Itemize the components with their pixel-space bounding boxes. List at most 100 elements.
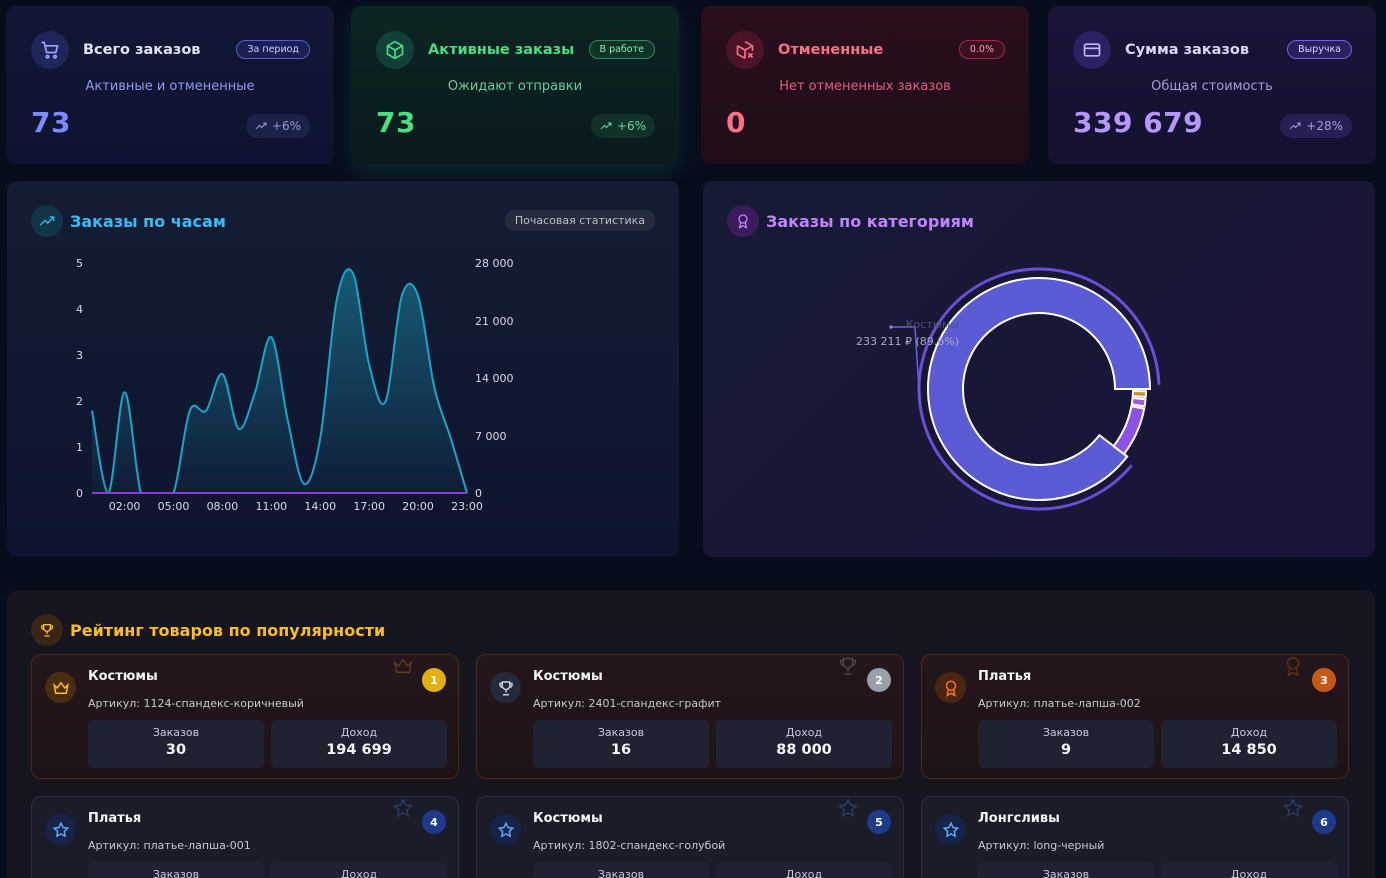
pie-slice-2[interactable] xyxy=(1131,389,1147,399)
product-sku: Артикул: long-черный xyxy=(978,839,1105,852)
revenue-value: 14 850 xyxy=(1221,742,1277,758)
orders-label: Заказов xyxy=(152,868,200,878)
product-sku: Артикул: 1802-спандекс-голубой xyxy=(533,839,726,852)
orders-box: Заказов 9 xyxy=(978,720,1154,768)
star-icon xyxy=(392,797,414,823)
cart-icon xyxy=(31,31,69,69)
trend-badge: +6% xyxy=(590,114,655,138)
orders-label: Заказов xyxy=(597,868,645,878)
star-icon xyxy=(45,814,76,845)
panel-title: Рейтинг товаров по популярности xyxy=(70,621,386,640)
revenue-box: Доход xyxy=(1161,862,1337,878)
product-name: Костюмы xyxy=(88,669,158,684)
trophy-icon xyxy=(490,672,521,703)
orders-box: Заказов xyxy=(88,862,264,878)
trophy-icon xyxy=(837,655,859,681)
stat-title: Всего заказов xyxy=(83,42,201,58)
orders-label: Заказов xyxy=(152,726,200,739)
rank-badge: 6 xyxy=(1312,810,1336,834)
revenue-label: Доход xyxy=(1230,726,1268,739)
stat-subtitle: Общая стоимость xyxy=(1151,79,1273,94)
product-sku: Артикул: 1124-спандекс-коричневый xyxy=(88,697,304,710)
crown-icon xyxy=(45,672,76,703)
stat-value: 73 xyxy=(376,106,416,139)
trend-badge: +6% xyxy=(245,114,310,138)
rank-badge: 5 xyxy=(867,810,891,834)
stat-card-cancelled-orders: Отмененные 0.0% Нет отмененных заказов 0 xyxy=(701,6,1029,164)
stat-card-orders-sum: Сумма заказов Выручка Общая стоимость 33… xyxy=(1048,6,1376,164)
revenue-value: 88 000 xyxy=(776,742,832,758)
trend-up-icon xyxy=(1289,122,1301,130)
orders-label: Заказов xyxy=(1042,868,1090,878)
pie-slice-main[interactable] xyxy=(927,277,1152,501)
trend-up-icon xyxy=(600,122,612,130)
revenue-label: Доход xyxy=(785,726,823,739)
stat-badge: В работе xyxy=(588,40,655,59)
stat-title: Активные заказы xyxy=(428,42,575,58)
product-sku: Артикул: платье-лапша-002 xyxy=(978,697,1141,710)
orders-by-category-panel: Заказы по категориям Костюмы 233 211 ₽ (… xyxy=(703,181,1375,557)
product-name: Лонгсливы xyxy=(978,811,1060,826)
trend-value: +6% xyxy=(616,119,646,133)
rank-badge: 3 xyxy=(1312,668,1336,692)
product-rating-panel: Рейтинг товаров по популярности Костюмы А… xyxy=(7,590,1375,878)
star-icon xyxy=(1282,797,1304,823)
orders-value: 30 xyxy=(165,742,187,758)
rating-card[interactable]: Костюмы Артикул: 1124-спандекс-коричневый… xyxy=(31,654,459,779)
orders-by-hour-panel: Заказы по часам Почасовая статистика 543… xyxy=(7,181,679,557)
orders-box: Заказов 16 xyxy=(533,720,709,768)
pie-slice-4[interactable] xyxy=(1112,405,1146,456)
orders-box: Заказов xyxy=(533,862,709,878)
revenue-label: Доход xyxy=(340,726,378,739)
stat-card-total-orders: Всего заказов За период Активные и отмен… xyxy=(6,6,334,164)
rating-card[interactable]: Костюмы Артикул: 2401-спандекс-графит 2 Зак… xyxy=(476,654,904,779)
pie-slice-3[interactable] xyxy=(1130,396,1147,408)
rating-card[interactable]: Лонгсливы Артикул: long-черный 6 Заказов Дох… xyxy=(921,796,1349,878)
trend-value: +28% xyxy=(1306,119,1343,133)
stat-card-active-orders: Активные заказы В работе Ожидают отправк… xyxy=(351,6,679,164)
package-cancel-icon xyxy=(726,31,764,69)
orders-label: Заказов xyxy=(1042,726,1090,739)
trend-up-icon xyxy=(255,122,267,130)
orders-value: 9 xyxy=(1060,742,1072,758)
credit-card-icon xyxy=(1073,31,1111,69)
callout-value: 233 211 ₽ (89.6%) xyxy=(855,335,959,348)
revenue-label: Доход xyxy=(1230,868,1268,878)
orders-by-hour-chart xyxy=(91,268,468,495)
stat-badge: Выручка xyxy=(1287,40,1352,59)
stat-subtitle: Нет отмененных заказов xyxy=(779,79,951,94)
stat-title: Сумма заказов xyxy=(1125,42,1250,58)
star-icon xyxy=(490,814,521,845)
revenue-box: Доход xyxy=(271,862,447,878)
stat-title: Отмененные xyxy=(778,42,884,58)
stat-subtitle: Активные и отмененные xyxy=(85,79,255,94)
orders-value: 16 xyxy=(610,742,632,758)
revenue-box: Доход 194 699 xyxy=(271,720,447,768)
product-name: Костюмы xyxy=(533,811,603,826)
rank-badge: 1 xyxy=(422,668,446,692)
rank-badge: 4 xyxy=(422,810,446,834)
star-icon xyxy=(837,797,859,823)
stat-badge: За период xyxy=(236,40,310,59)
revenue-box: Доход 14 850 xyxy=(1161,720,1337,768)
stat-badge: 0.0% xyxy=(958,40,1005,59)
product-name: Костюмы xyxy=(533,669,603,684)
rating-card[interactable]: Костюмы Артикул: 1802-спандекс-голубой 5 За… xyxy=(476,796,904,878)
revenue-box: Доход 88 000 xyxy=(716,720,892,768)
orders-label: Заказов xyxy=(597,726,645,739)
stat-value: 73 xyxy=(31,106,71,139)
rating-card[interactable]: Платья Артикул: платье-лапша-002 3 Заказов 9… xyxy=(921,654,1349,779)
product-sku: Артикул: платье-лапша-001 xyxy=(88,839,251,852)
stat-subtitle: Ожидают отправки xyxy=(447,79,583,94)
product-name: Платья xyxy=(88,811,142,826)
orders-box: Заказов 30 xyxy=(88,720,264,768)
orders-by-category-chart xyxy=(889,267,1161,511)
orders-box: Заказов xyxy=(978,862,1154,878)
rating-card[interactable]: Платья Артикул: платье-лапша-001 4 Заказов Д… xyxy=(31,796,459,878)
revenue-value: 194 699 xyxy=(326,742,392,758)
medal-icon xyxy=(935,672,966,703)
stat-value: 0 xyxy=(726,106,746,139)
revenue-label: Доход xyxy=(785,868,823,878)
trend-badge: +28% xyxy=(1280,114,1352,138)
orders-area-fill xyxy=(92,269,467,493)
